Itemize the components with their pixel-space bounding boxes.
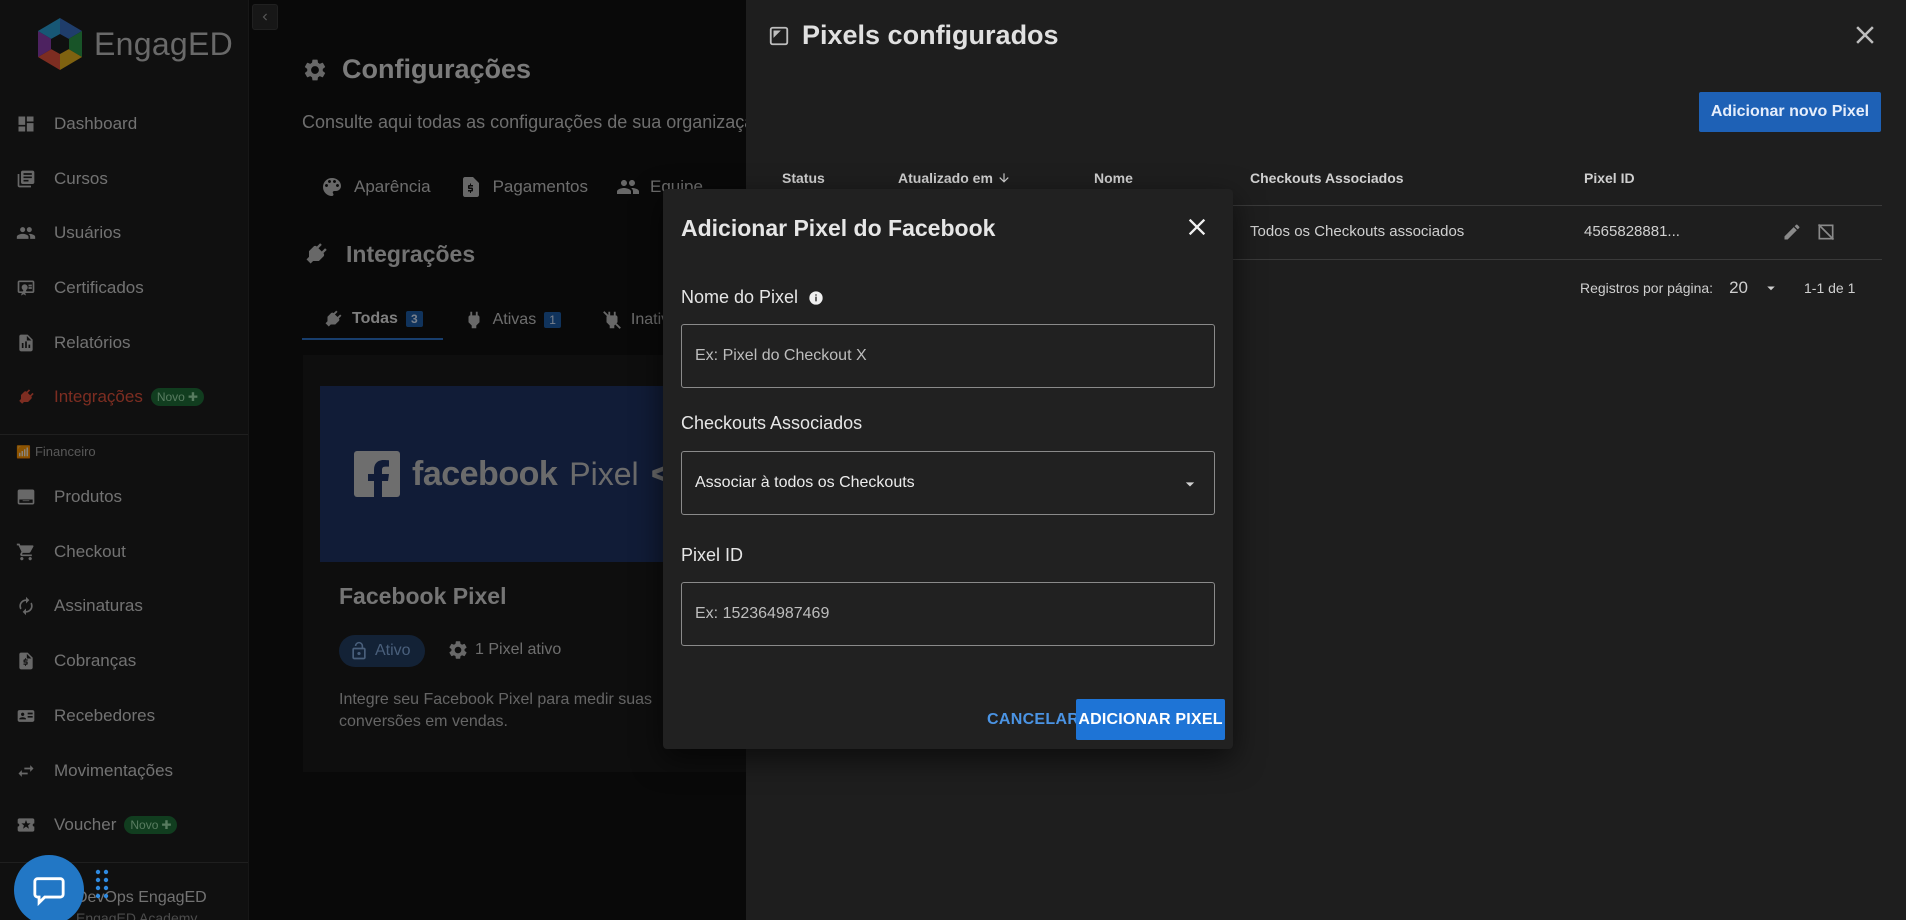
checkouts-label: Checkouts Associados: [681, 413, 862, 434]
pixel-id-field[interactable]: [681, 582, 1215, 646]
edit-icon[interactable]: [1782, 222, 1802, 242]
rows-per-page-value: 20: [1729, 278, 1748, 297]
pixel-id-label-text: Pixel ID: [681, 545, 744, 565]
add-facebook-pixel-dialog: Adicionar Pixel do Facebook Nome do Pixe…: [663, 189, 1233, 749]
info-icon[interactable]: [808, 290, 824, 306]
chat-launcher-button[interactable]: [14, 855, 84, 920]
cell-pixel-id: 4565828881...: [1584, 223, 1680, 240]
drawer-title: Pixels configurados: [768, 20, 1059, 51]
checkouts-select[interactable]: Associar à todos os Checkouts: [681, 451, 1215, 515]
chat-icon: [33, 877, 65, 907]
cancel-button[interactable]: CANCELAR: [977, 700, 1089, 740]
column-header-updated[interactable]: Atualizado em: [898, 170, 1011, 186]
rows-per-page-label: Registros por página:: [1580, 280, 1714, 296]
pixel-name-input[interactable]: [695, 325, 1195, 387]
disable-icon[interactable]: [1816, 222, 1836, 242]
pagination: Registros por página: 20 1-1 de 1: [1580, 278, 1855, 298]
grip-dots-icon[interactable]: [94, 868, 110, 904]
pixel-name-field[interactable]: [681, 324, 1215, 388]
pagination-range: 1-1 de 1: [1804, 280, 1856, 296]
close-drawer-icon[interactable]: [1850, 20, 1880, 50]
rows-per-page-select[interactable]: 20: [1729, 278, 1780, 298]
column-header-updated-text: Atualizado em: [898, 170, 993, 186]
checkouts-label-text: Checkouts Associados: [681, 413, 863, 433]
checkouts-select-value: Associar à todos os Checkouts: [695, 474, 915, 491]
close-dialog-icon[interactable]: [1183, 213, 1211, 241]
cell-checkouts: Todos os Checkouts associados: [1250, 223, 1465, 240]
caret-down-icon: [1185, 482, 1195, 487]
pixel-frame-icon: [769, 26, 789, 45]
add-new-pixel-button[interactable]: Adicionar novo Pixel: [1699, 92, 1881, 132]
drawer-title-text: Pixels configurados: [802, 20, 1059, 50]
pixel-id-label: Pixel ID: [681, 545, 743, 566]
column-header-status[interactable]: Status: [782, 170, 825, 186]
column-header-pixel-id[interactable]: Pixel ID: [1584, 170, 1635, 186]
caret-down-icon: [1767, 286, 1775, 291]
pixel-name-label: Nome do Pixel: [681, 287, 824, 308]
arrow-down-icon: [999, 173, 1009, 183]
add-pixel-button[interactable]: ADICIONAR PIXEL: [1076, 699, 1225, 740]
column-header-name[interactable]: Nome: [1094, 170, 1133, 186]
column-header-checkouts[interactable]: Checkouts Associados: [1250, 170, 1404, 186]
dialog-title: Adicionar Pixel do Facebook: [681, 215, 996, 241]
pixel-id-input[interactable]: [695, 583, 1195, 645]
pixel-name-label-text: Nome do Pixel: [681, 287, 799, 307]
